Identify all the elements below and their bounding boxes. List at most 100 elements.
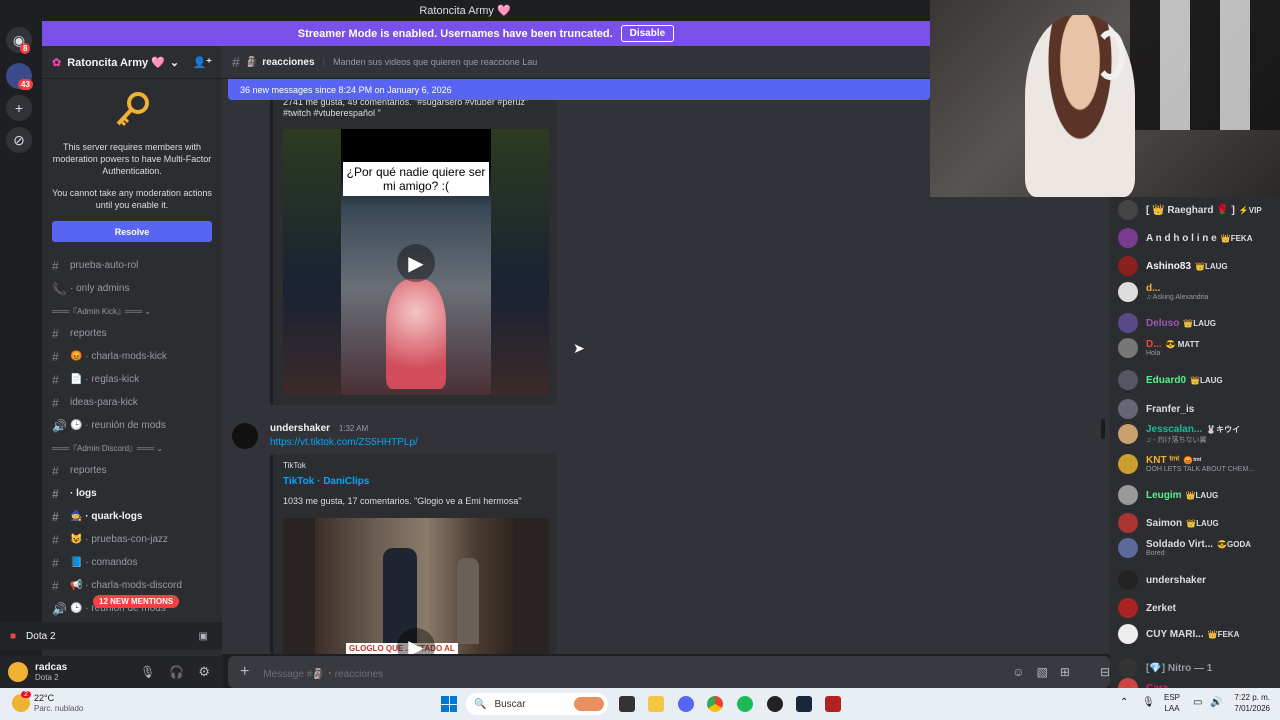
channel-label: · logs [70,488,97,499]
member-tag: 👑LAUG [1186,518,1219,528]
hashtag-icon: # [52,532,59,547]
headphones-icon[interactable]: 🎧 [169,665,184,679]
channel-sidebar: ✿ Ratoncita Army 🩷 ⌄ 👤⁺ This server requ… [42,46,222,656]
channel-item[interactable]: # 📘 · comandos [42,551,222,574]
resolve-button[interactable]: Resolve [52,221,212,242]
avatar[interactable] [232,423,258,449]
member-name: Zerket [1146,602,1177,614]
member-item[interactable]: Jesscalan... 🐰キウイ ♫ - 灼け落ちない翼 [1118,421,1240,447]
avatar[interactable] [8,662,28,682]
channel-item[interactable]: # reportes [42,322,222,345]
task-view-icon[interactable] [619,696,635,712]
sticker-icon[interactable]: ▧ [1037,665,1048,679]
file-explorer-icon[interactable] [648,696,664,712]
scrollbar[interactable] [1101,419,1105,439]
volume-icon[interactable]: 🔊 [1210,697,1222,708]
message-link[interactable]: https://vt.tiktok.com/ZS5HHTPLp/ [270,437,418,448]
add-server-icon[interactable]: + [6,95,32,121]
chevron-up-icon[interactable]: ⌃ [1120,697,1128,708]
display-icon[interactable]: ▭ [1193,697,1202,708]
avatar [1118,570,1138,590]
dota-taskbar-icon[interactable] [825,696,841,712]
member-item[interactable]: Saimon 👑LAUG [1118,510,1219,536]
explore-icon[interactable]: ⊘ [6,127,32,153]
member-name: [ 👑 Raeghard 🌹 ] [1146,204,1235,216]
member-item[interactable]: Deluso 👑LAUG [1118,310,1216,336]
windows-start-icon[interactable] [441,696,457,712]
channel-item[interactable]: # 🧙 · quark-logs [42,505,222,528]
microphone-icon[interactable]: 🎙 [140,665,155,679]
discord-taskbar-icon[interactable] [678,696,694,712]
channel-category[interactable]: ═══『Admin Discord』═══ ⌄ [42,437,222,459]
member-item[interactable]: Zerket [1118,595,1176,621]
hashtag-icon: # [52,326,59,341]
emoji-icon[interactable]: ☺ [1012,665,1024,679]
lang-2: LAA [1164,704,1180,713]
member-item[interactable]: undershaker [1118,567,1206,593]
vtuber-figure [386,279,446,389]
channel-item[interactable]: # 😺 · pruebas-con-jazz [42,528,222,551]
channel-label: reportes [70,465,107,476]
member-item[interactable]: d... ♫ Asking Alexandria [1118,279,1208,305]
channel-item[interactable]: # prueba-auto-rol [42,254,222,277]
channel-item[interactable]: # reportes [42,459,222,482]
video-thumbnail-2[interactable]: GLOGLO QUE ... CTADO AL ▶ [283,518,549,654]
member-item[interactable]: A n d h o l i n e 👑FEKA [1118,225,1253,251]
channel-category[interactable]: ═══『Admin Kick』═══ ⌄ [42,300,222,322]
voice-status[interactable]: ■ Dota 2 ▣ [0,622,222,650]
member-item[interactable]: [ 👑 Raeghard 🌹 ] ⚡VIP [1118,197,1262,223]
app-launcher-icon[interactable]: ⊟ [1100,665,1110,679]
spotify-icon[interactable] [737,696,753,712]
channel-item[interactable]: 📞 · only admins [42,277,222,300]
microphone-tray-icon[interactable]: 🎙 [1142,697,1155,708]
gear-icon[interactable]: ⚙ [198,664,210,680]
message-input[interactable]: Message #🗿・reacciones [263,665,383,680]
member-item[interactable]: CUY MARI... 👑FEKA [1118,621,1239,647]
member-item[interactable]: Franfer_is [1118,396,1194,422]
channel-item[interactable]: 🔊 🕒 · reunión de mods [42,414,222,437]
channel-item[interactable]: # · logs [42,482,222,505]
member-name: d... [1146,283,1161,294]
member-item[interactable]: Soldado Virt... 😎GODA Bored [1118,535,1251,561]
new-mentions-badge[interactable]: 12 NEW MENTIONS [93,595,180,608]
message-composer[interactable]: + Message #🗿・reacciones ☺ ▧ ⊞ ⊟ [228,656,1110,688]
webcam-overlay [930,0,1280,197]
channel-item[interactable]: # 📄 · reglas-kick [42,368,222,391]
member-item[interactable]: KNT ᵗᵐᵗ 😡ᵗᵐᵗ OOH LETS TALK ABOUT CHEM... [1118,451,1254,477]
member-item[interactable]: Ashino83 👑LAUG [1118,253,1228,279]
chrome-icon[interactable] [707,696,723,712]
member-activity: Bored [1146,550,1165,557]
member-item[interactable]: Leugim 👑LAUG [1118,482,1218,508]
server-badge: 43 [18,79,33,90]
member-name: Leugim [1146,489,1182,501]
channel-list: # prueba-auto-rol 📞 · only admins ═══『Admin … [42,254,222,620]
language-indicator[interactable]: ESP LAA [1164,692,1180,714]
embed-2: TikTok TikTok · DaniClips 1033 me gusta,… [270,454,557,654]
gift-icon[interactable]: ⊞ [1060,665,1070,679]
message-author[interactable]: undershaker [270,423,330,434]
voice-game: Dota 2 [26,630,56,642]
avatar [1118,370,1138,390]
lang-1: ESP [1164,693,1181,702]
channel-item[interactable]: # ideas-para-kick [42,391,222,414]
member-item[interactable]: D... 😎 MATT Hola [1118,335,1199,361]
taskbar-search[interactable]: 🔍 Buscar [466,693,608,715]
member-item[interactable]: Cara [1118,675,1168,688]
screen-share-icon[interactable]: ▣ [199,631,208,642]
play-icon[interactable]: ▶ [397,244,435,282]
clock[interactable]: 7:22 p. m. 7/01/2026 [1228,692,1270,714]
embed-title[interactable]: TikTok · DaniClips [283,476,369,487]
channel-item[interactable]: # 😡 · charla-mods-kick [42,345,222,368]
add-member-icon[interactable]: 👤⁺ [192,56,212,69]
channel-item[interactable]: # 📢 · charla-mods-discord [42,574,222,597]
member-item[interactable]: Eduard0 👑LAUG [1118,367,1223,393]
video-thumbnail-1[interactable]: ¿Por qué nadie quiere ser mi amigo? :( ▶ [283,129,549,395]
add-attachment-icon[interactable]: + [240,663,249,681]
obs-icon[interactable] [767,696,783,712]
member-activity: OOH LETS TALK ABOUT CHEM... [1146,466,1255,473]
new-messages-bar[interactable]: 36 new messages since 8:24 PM on January… [228,79,930,100]
server-header[interactable]: ✿ Ratoncita Army 🩷 ⌄ 👤⁺ [42,46,222,79]
steam-icon[interactable] [796,696,812,712]
mfa-notice: This server requires members with modera… [42,79,222,250]
disable-button[interactable]: Disable [620,25,675,42]
